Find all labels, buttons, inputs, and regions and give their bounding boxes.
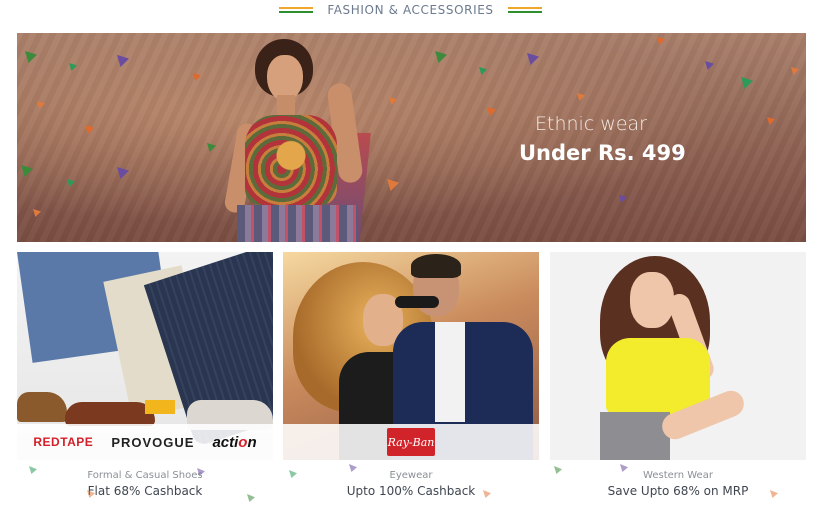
offer-text: Upto 100% Cashback — [346, 483, 476, 498]
eyewear-caption[interactable]: Eyewear Upto 100% Cashback — [283, 460, 539, 507]
ethnic-wear-banner[interactable]: Ethnic wear Under Rs. 499 — [17, 33, 806, 242]
flag-divider-right — [507, 7, 542, 13]
banner-price: Under Rs. 499 — [519, 141, 686, 165]
category-title: Formal & Casual Shoes — [87, 469, 203, 481]
shoes-tile[interactable]: REDTAPE PROVOGUE action — [17, 252, 273, 460]
shoes-caption[interactable]: Formal & Casual Shoes Flat 68% Cashback — [17, 460, 273, 507]
flag-divider-left — [279, 7, 314, 13]
offer-text: Save Upto 68% on MRP — [607, 483, 749, 498]
rayban-logo: Ray-Ban — [387, 428, 435, 456]
eyewear-tile[interactable]: Ray-Ban — [283, 252, 539, 460]
redtape-logo: REDTAPE — [33, 435, 94, 449]
section-title: FASHION & ACCESSORIES — [327, 3, 494, 17]
offer-text: Flat 68% Cashback — [87, 483, 203, 498]
western-wear-tile[interactable] — [550, 252, 806, 460]
banner-subtitle: Ethnic wear — [535, 113, 647, 135]
banner-texture — [17, 33, 806, 242]
category-title: Western Wear — [643, 469, 713, 481]
brand-logos-strip: Ray-Ban — [283, 424, 539, 460]
brand-logos-strip: REDTAPE PROVOGUE action — [17, 424, 273, 460]
provogue-logo: PROVOGUE — [111, 434, 195, 450]
action-logo: action — [212, 433, 257, 451]
western-wear-caption[interactable]: Western Wear Save Upto 68% on MRP — [550, 460, 806, 507]
category-title: Eyewear — [389, 469, 433, 481]
ethnic-model-image — [217, 33, 377, 242]
section-heading: FASHION & ACCESSORIES — [0, 0, 821, 20]
